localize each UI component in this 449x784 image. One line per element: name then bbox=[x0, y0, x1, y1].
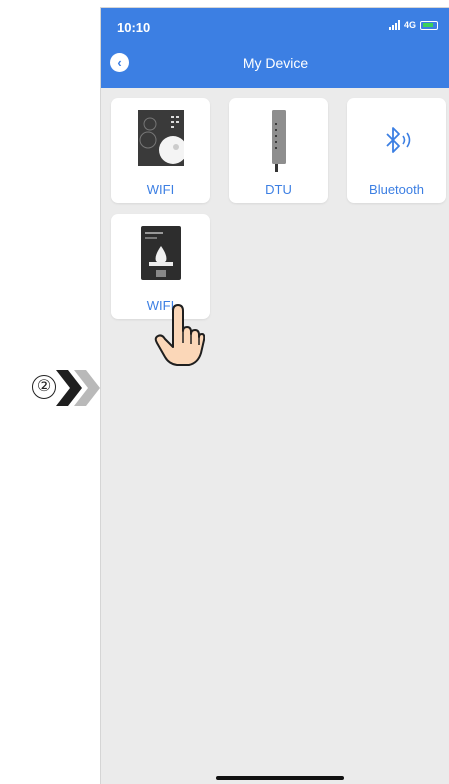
app-header: 10:10 4G ‹ My Device bbox=[101, 8, 449, 88]
signal-icon bbox=[388, 20, 400, 30]
step-number: ② bbox=[32, 375, 56, 399]
status-time: 10:10 bbox=[117, 20, 151, 35]
status-indicators: 4G bbox=[388, 20, 438, 30]
wifi-device-screen-icon bbox=[140, 226, 181, 280]
dtu-device-icon bbox=[271, 110, 286, 172]
page-title: My Device bbox=[242, 55, 309, 71]
tap-hand-icon bbox=[154, 304, 205, 366]
device-label: DTU bbox=[265, 182, 292, 197]
battery-icon bbox=[420, 20, 438, 30]
device-card-wifi[interactable]: WIFI bbox=[111, 98, 210, 203]
device-card-bluetooth[interactable]: Bluetooth bbox=[347, 98, 446, 203]
device-label: WIFI bbox=[146, 182, 175, 197]
bluetooth-icon bbox=[385, 127, 410, 153]
double-chevron-icon bbox=[56, 370, 100, 406]
device-card-dtu[interactable]: DTU bbox=[229, 98, 328, 203]
device-label: Bluetooth bbox=[369, 182, 424, 197]
home-indicator bbox=[216, 776, 344, 780]
step-marker: ② bbox=[32, 366, 100, 410]
wifi-device-panel-icon bbox=[137, 110, 184, 166]
phone-screen: 10:10 4G ‹ My Device WIFI DTU Bluetooth … bbox=[100, 7, 449, 784]
network-type: 4G bbox=[403, 20, 416, 30]
